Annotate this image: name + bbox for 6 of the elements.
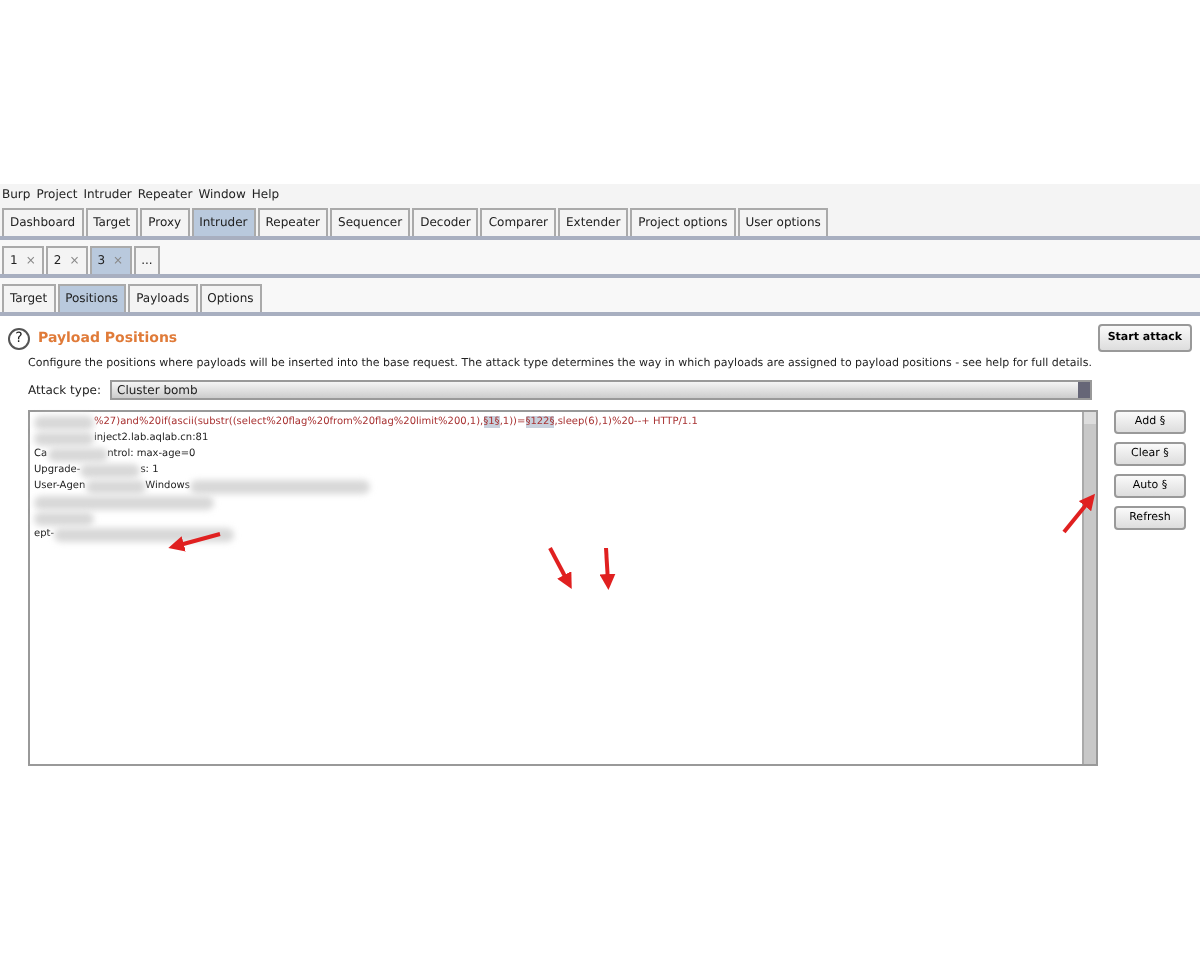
caret-icon: [1078, 382, 1090, 398]
annotation-arrow: [548, 547, 572, 590]
scrollbar[interactable]: [1082, 412, 1096, 764]
annotation-arrow: [168, 532, 221, 552]
annotation-arrow: [1062, 493, 1096, 534]
annotation-arrow: [599, 547, 616, 590]
